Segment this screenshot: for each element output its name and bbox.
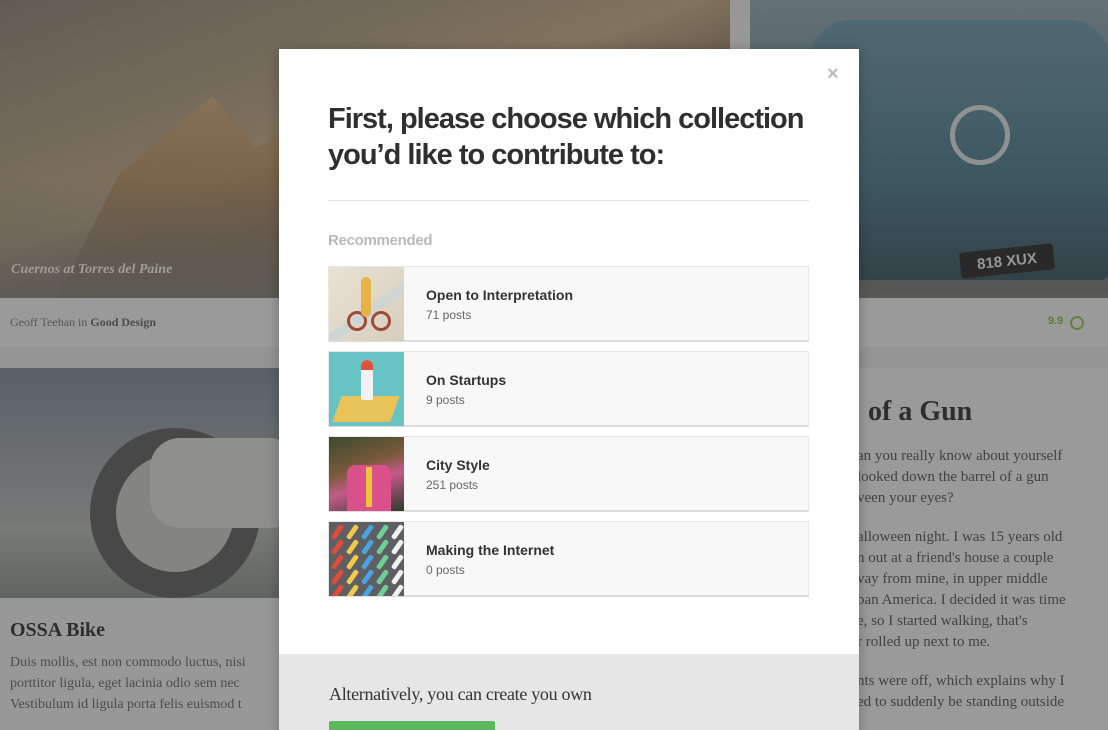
pill-pattern-mark [330, 524, 345, 540]
collection-count: 251 posts [426, 478, 479, 492]
collection-item-making-the-internet[interactable]: Making the Internet 0 posts [328, 521, 809, 597]
pill-pattern-mark [375, 584, 390, 596]
pill-pattern-mark [345, 524, 360, 540]
bicycle-illustration-icon [329, 267, 404, 341]
divider [328, 200, 809, 201]
collection-name: Open to Interpretation [426, 287, 573, 303]
collection-count: 71 posts [426, 308, 472, 322]
pill-pattern-mark [330, 554, 345, 570]
collection-item-open-to-interpretation[interactable]: Open to Interpretation 71 posts [328, 266, 809, 342]
create-collection-button[interactable]: Create a new collection [329, 721, 495, 730]
pill-pattern-mark [360, 569, 375, 585]
pill-pattern-mark [345, 539, 360, 555]
collection-count: 0 posts [426, 563, 465, 577]
pill-pattern-mark [345, 569, 360, 585]
pill-pattern-mark [360, 554, 375, 570]
pill-pattern-mark [390, 569, 404, 585]
pill-pattern-mark [375, 524, 390, 540]
create-own-prompt: Alternatively, you can create you own [329, 684, 592, 704]
pill-pattern-mark [330, 539, 345, 555]
pill-pattern-mark [330, 584, 345, 596]
collection-item-city-style[interactable]: City Style 251 posts [328, 436, 809, 512]
pill-pattern-icon [329, 522, 404, 596]
collection-item-on-startups[interactable]: On Startups 9 posts [328, 351, 809, 427]
section-label-recommended: Recommended [328, 232, 433, 249]
person-photo-icon [329, 437, 404, 511]
collection-name: City Style [426, 457, 490, 473]
close-icon[interactable]: × [827, 64, 843, 84]
pill-pattern-mark [360, 524, 375, 540]
pill-pattern-mark [375, 554, 390, 570]
collection-count: 9 posts [426, 393, 465, 407]
pill-pattern-mark [390, 554, 404, 570]
choose-collection-modal: × First, please choose which collection … [279, 49, 859, 730]
pill-pattern-mark [345, 554, 360, 570]
modal-footer: Alternatively, you can create you own Cr… [279, 654, 859, 730]
pill-pattern-mark [375, 539, 390, 555]
pill-pattern-mark [375, 569, 390, 585]
pill-pattern-mark [390, 584, 404, 596]
collection-name: Making the Internet [426, 542, 555, 558]
rocket-illustration-icon [329, 352, 404, 426]
pill-pattern-mark [390, 539, 404, 555]
collection-name: On Startups [426, 372, 507, 388]
modal-title: First, please choose which collection yo… [328, 103, 804, 171]
pill-pattern-mark [345, 584, 360, 596]
collection-list: Open to Interpretation 71 posts On Start… [328, 266, 809, 606]
pill-pattern-mark [360, 584, 375, 596]
pill-pattern-mark [330, 569, 345, 585]
pill-pattern-mark [360, 539, 375, 555]
pill-pattern-mark [390, 524, 404, 540]
